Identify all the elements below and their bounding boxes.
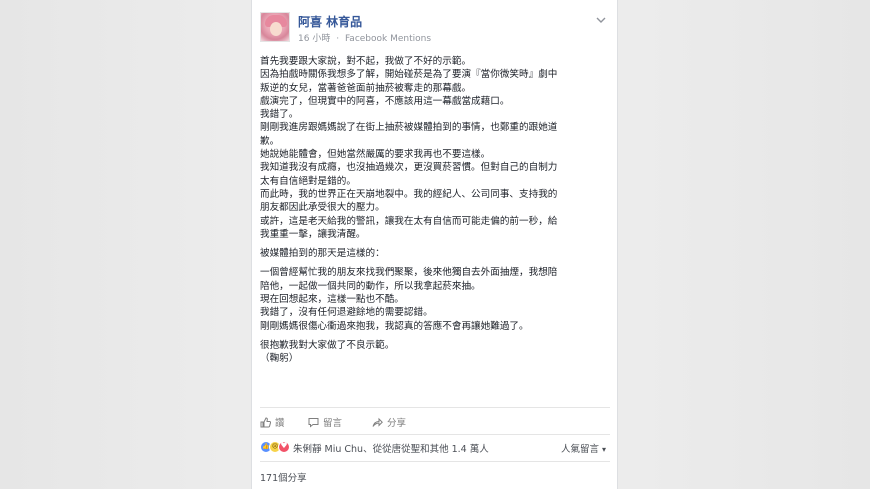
avatar[interactable] [260, 12, 290, 42]
body-line: 因為拍戲時關係我想多了解，開始碰菸是為了要演『當你微笑時』劇中 [260, 69, 558, 81]
body-line: 太有自信絕對是錯的。 [260, 175, 356, 187]
divider [260, 434, 610, 435]
body-line: 被媒體拍到的那天是這樣的： [260, 248, 385, 260]
body-line: 首先我要跟大家說，對不起，我做了不好的示範。 [260, 56, 472, 67]
body-line: 剛剛媽媽很傷心衝過來抱我，我認真的答應不會再讓她難過了。 [260, 320, 529, 332]
body-paragraph-4: 很抱歉我對大家做了不良示範。 （鞠躬） [260, 339, 612, 366]
comment-sort-dropdown[interactable]: 人氣留言 ▾ [561, 441, 606, 455]
page-name-link[interactable]: 阿喜 林育品 [298, 13, 362, 30]
shares-count-link[interactable]: 171個分享 [260, 470, 307, 484]
body-line: 而此時，我的世界正在天崩地裂中。我的經紀人、公司同事、支持我的 [260, 188, 558, 200]
body-paragraph-1: 首先我要跟大家說，對不起，我做了不好的示範。 因為拍戲時關係我想多了解，開始碰菸… [260, 55, 612, 241]
reactions-summary[interactable]: 朱俐靜 Miu Chu、從從唐從聖和其他 1.4 萬人 [293, 441, 489, 455]
facebook-post-card: 阿喜 林育品 16 小時 · Facebook Mentions 首先我要跟大家… [251, 0, 618, 489]
body-line: 叛逆的女兒，當著爸爸面前抽菸被奪走的那幕戲。 [260, 82, 472, 94]
chevron-down-icon[interactable] [594, 16, 608, 26]
divider [260, 461, 610, 462]
body-line: 很抱歉我對大家做了不良示範。 [260, 339, 395, 351]
like-label: 讚 [275, 418, 285, 429]
body-line: 陪他，一起做一個共同的動作，所以我拿起菸來抽。 [260, 280, 481, 292]
sort-label: 人氣留言 [560, 444, 599, 455]
like-button[interactable]: 讚 [260, 415, 285, 429]
body-line: 或許，這是老天給我的警訊，讓我在太有自信而可能走偏的前一秒，給 [260, 215, 558, 227]
body-line: 一個曾經幫忙我的朋友來找我們聚聚，後來他獨自去外面抽煙，我想陪 [260, 267, 558, 279]
body-paragraph-3: 一個曾經幫忙我的朋友來找我們聚聚，後來他獨自去外面抽煙，我想陪 陪他，一起做一個… [260, 266, 612, 332]
love-reaction-icon[interactable]: ♥ [278, 441, 290, 453]
post-meta: 16 小時 · Facebook Mentions [298, 31, 431, 44]
share-icon [372, 417, 383, 428]
body-paragraph-2: 被媒體拍到的那天是這樣的： [260, 247, 612, 260]
body-line: 我錯了。 [260, 109, 299, 121]
body-line: 我知道我沒有成癮，也沒抽過幾次，更沒買菸習慣。但對自己的自制力 [260, 162, 558, 174]
post-source[interactable]: Facebook Mentions [345, 34, 431, 44]
comment-button[interactable]: 留言 [308, 415, 342, 429]
comment-icon [308, 417, 319, 428]
body-line: 我錯了，沒有任何退避餘地的需要認錯。 [260, 307, 433, 319]
post-header: 阿喜 林育品 16 小時 · Facebook Mentions [260, 12, 610, 48]
chevron-down-icon: ▾ [601, 445, 606, 454]
share-label: 分享 [387, 418, 407, 429]
post-actions-bar: 讚 留言 分享 [260, 413, 610, 431]
body-line: 我重重一擊，讓我清醒。 [260, 228, 366, 240]
avatar-face [270, 22, 282, 36]
like-icon [260, 417, 272, 428]
comment-label: 留言 [323, 418, 343, 429]
body-line: 剛剛我進房跟媽媽說了在街上抽菸被媒體拍到的事情，也鄭重的跟她道 [260, 122, 558, 134]
divider [260, 407, 610, 408]
meta-separator: · [336, 34, 340, 44]
body-line: 現在回想起來，這樣一點也不酷。 [260, 294, 404, 306]
post-timestamp[interactable]: 16 小時 [298, 31, 330, 44]
love-glyph: ♥ [280, 441, 288, 450]
body-line: 她說她能體會，但她當然嚴厲的要求我再也不要這樣。 [260, 149, 491, 161]
post-body: 首先我要跟大家說，對不起，我做了不好的示範。 因為拍戲時關係我想多了解，開始碰菸… [260, 55, 612, 366]
body-line: 歉。 [260, 135, 280, 147]
body-line: 戲演完了，但現實中的阿喜，不應該用這一幕戲當成藉口。 [260, 95, 510, 107]
share-button[interactable]: 分享 [372, 415, 406, 429]
body-line: 朋友都因此承受很大的壓力。 [260, 202, 385, 214]
body-line: （鞠躬） [260, 353, 299, 365]
reactions-bar: 👍 😢 ♥ 朱俐靜 Miu Chu、從從唐從聖和其他 1.4 萬人 人氣留言 ▾ [260, 440, 610, 456]
